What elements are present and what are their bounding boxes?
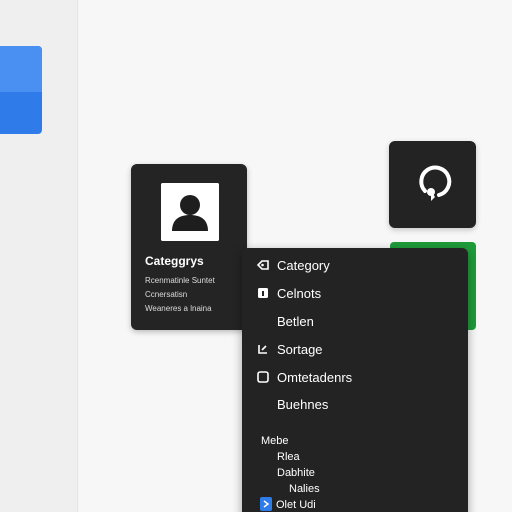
card-detail-line: Ccnersatisn xyxy=(145,290,188,299)
menu-item-omtetadenrs[interactable]: Omtetadenrs xyxy=(242,364,468,390)
menu-item-label: Buehnes xyxy=(277,396,329,412)
menu-item-label: Celnots xyxy=(277,285,322,301)
file-icon xyxy=(260,497,272,511)
menu-item-buehnes[interactable]: Buehnes xyxy=(242,391,468,417)
menu-item-label: Betlen xyxy=(277,313,314,329)
app-tile-button[interactable] xyxy=(389,141,476,228)
user-icon xyxy=(161,183,219,241)
lock-icon xyxy=(257,287,269,299)
avatar xyxy=(161,183,219,241)
menu-item-sortage[interactable]: Sortage xyxy=(242,336,468,362)
sidebar-active-tab[interactable] xyxy=(0,46,42,134)
menu-item-celnots[interactable]: Celnots xyxy=(242,280,468,306)
card-detail-line: Weaneres a lnaina xyxy=(145,304,212,313)
sort-icon xyxy=(257,343,269,355)
profile-card[interactable]: Categgrys Rcenmatinle Suntet Ccnersatisn… xyxy=(131,164,247,330)
menu-item-category[interactable]: Category xyxy=(242,252,468,278)
refresh-icon xyxy=(419,165,452,201)
menu-sub-item[interactable]: Olet Udi xyxy=(276,499,316,511)
menu-item-label: Sortage xyxy=(277,341,323,357)
menu-sub-item[interactable]: Dabhite xyxy=(277,467,315,479)
menu-item-label: Category xyxy=(277,257,330,273)
menu-sub-item[interactable]: Nalies xyxy=(289,483,320,495)
card-detail-line: Rcenmatinle Suntet xyxy=(145,276,215,285)
menu-item-betlen[interactable]: Betlen xyxy=(242,308,468,334)
menu-sub-item[interactable]: Rlea xyxy=(277,451,300,463)
context-menu: Category Celnots Betlen Sortage Omtetade… xyxy=(242,248,468,512)
card-title: Categgrys xyxy=(145,254,204,268)
menu-item-label: Omtetadenrs xyxy=(277,369,353,385)
checkbox-icon xyxy=(257,371,269,383)
tag-icon xyxy=(257,259,269,271)
menu-section-label: Mebe xyxy=(261,435,289,447)
